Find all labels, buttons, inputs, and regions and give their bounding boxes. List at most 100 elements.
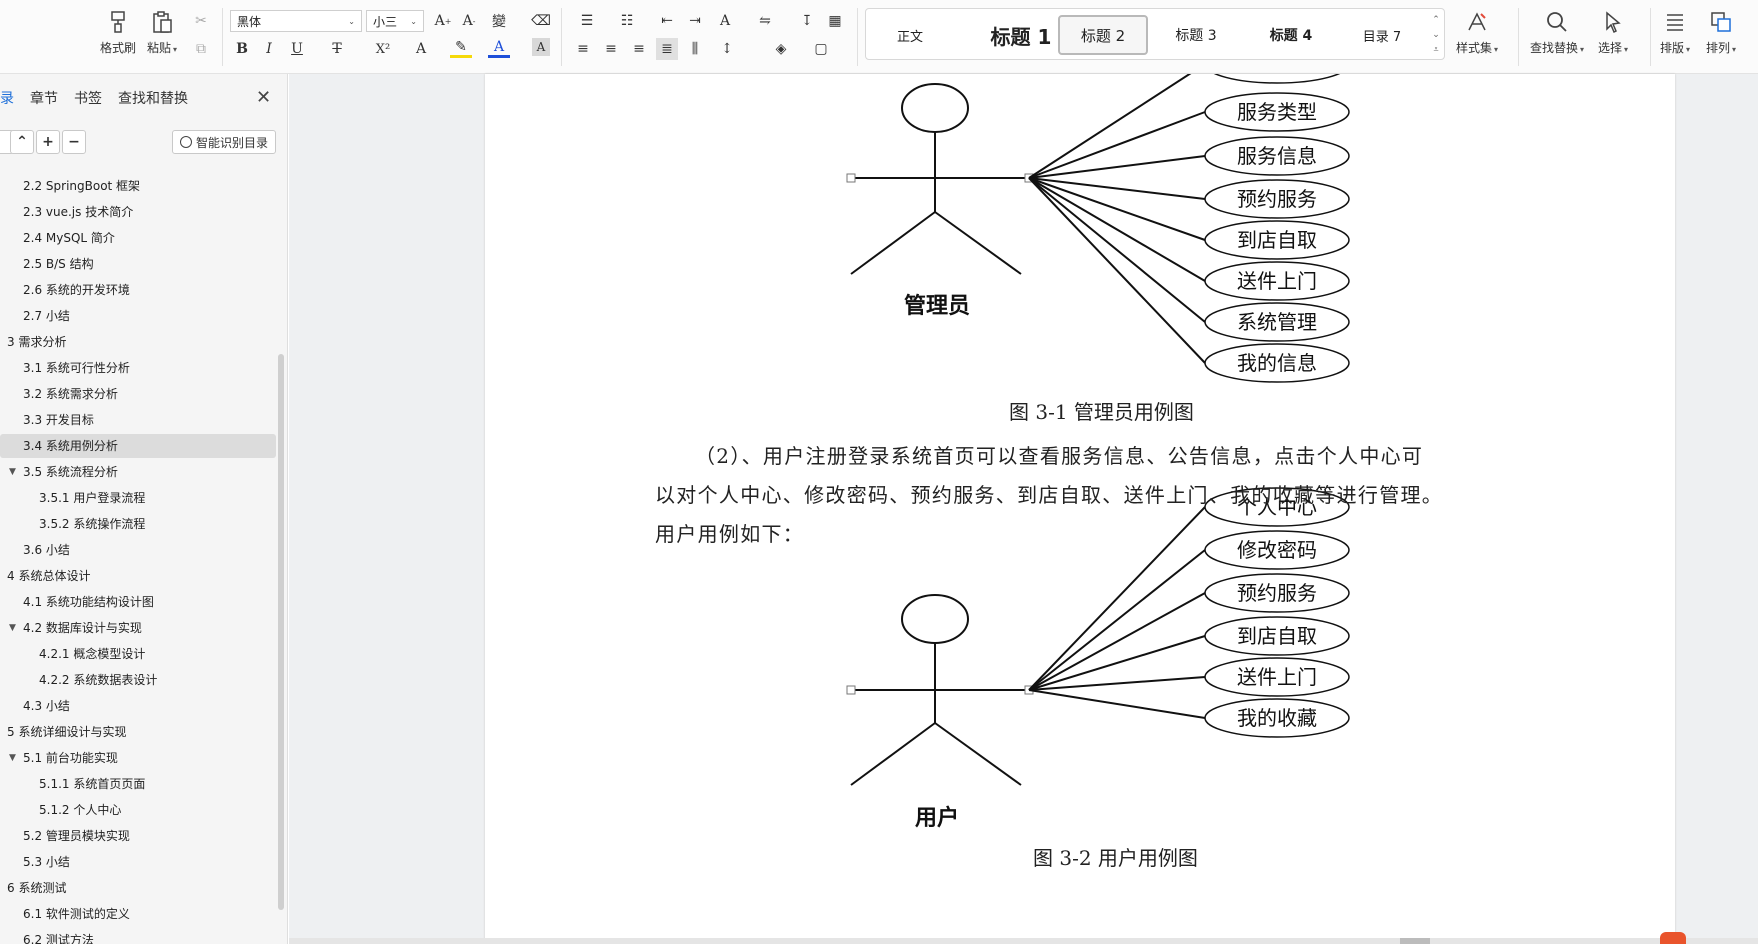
underline-icon[interactable]: U [286,38,308,60]
select-button[interactable]: 选择 ▾ [1598,10,1628,56]
align-left-icon[interactable]: ≡ [572,38,594,60]
horizontal-scrollbar[interactable] [289,938,1758,944]
toc-item[interactable]: 2.5 B/S 结构 [0,252,276,276]
toc-item[interactable]: 5.3 小结 [0,850,276,874]
clear-format-icon[interactable]: ⌫ [530,10,552,32]
paste-icon [153,11,172,33]
distribute-icon[interactable]: ⫼ [684,38,706,60]
toc-item[interactable]: 4.3 小结 [0,694,276,718]
style-heading-3[interactable]: 标题 3 [1156,15,1236,55]
actor-leg-right [934,211,1022,275]
find-replace-button[interactable]: 查找替换 ▾ [1530,10,1584,56]
toc-item[interactable]: 5.1.2 个人中心 [0,798,276,822]
nav-scrollbar[interactable] [278,354,284,910]
sort-icon[interactable]: ⇋ [754,10,776,32]
sort-az-icon[interactable]: ↧ [796,10,818,32]
toc-item[interactable]: 3.5.2 系统操作流程 [0,512,276,536]
align-right-icon[interactable]: ≡ [628,38,650,60]
highlight-icon[interactable]: ✎ [450,38,472,58]
toc-item[interactable]: 3.4 系统用例分析 [0,434,276,458]
scrollbar-thumb[interactable] [1400,938,1430,944]
format-painter-button[interactable]: 格式刷 [100,10,136,56]
toc-item[interactable]: 2.6 系统的开发环境 [0,278,276,302]
numbered-list-icon[interactable]: ☷ [616,10,638,32]
superscript-icon[interactable]: X² [372,38,394,60]
toc-item-label: 5 系统详细设计与实现 [7,725,127,739]
text-effect-icon[interactable]: A [410,38,432,60]
bullet-list-icon[interactable]: ☰ [576,10,598,32]
line-spacing-icon[interactable]: ↕ [716,38,738,60]
toc-item[interactable]: 5.2 管理员模块实现 [0,824,276,848]
bold-icon[interactable]: B [231,38,253,60]
increase-indent-icon[interactable]: ⇥ [684,10,706,32]
copy-icon[interactable]: ⧉ [190,38,212,60]
toc-item[interactable]: 5.1.1 系统首页页面 [0,772,276,796]
toc-item[interactable]: 2.3 vue.js 技术简介 [0,200,276,224]
grow-font-icon[interactable]: A + [432,10,454,32]
justify-icon[interactable]: ≣ [656,38,678,60]
decrease-indent-icon[interactable]: ⇤ [656,10,678,32]
toc-item[interactable]: 3 需求分析 [0,330,276,354]
toc-item[interactable]: 2.2 SpringBoot 框架 [0,174,276,198]
toc-item[interactable]: ▼ 4.2 数据库设计与实现 [0,616,276,640]
toc-item[interactable]: 4 系统总体设计 [0,564,276,588]
toc-item[interactable]: 4.1 系统功能结构设计图 [0,590,276,614]
text-direction-icon[interactable]: A [714,10,736,32]
expand-arrow-icon[interactable]: ▼ [9,616,16,640]
style-heading-2[interactable]: 标题 2 [1058,15,1148,55]
align-center-icon[interactable]: ≡ [600,38,622,60]
toc-item[interactable]: 5 系统详细设计与实现 [0,720,276,744]
font-color-icon[interactable]: A [488,38,510,58]
arrange-button[interactable]: 排列 ▾ [1706,10,1736,56]
toc-item[interactable]: 3.2 系统需求分析 [0,382,276,406]
tab-toc[interactable]: 录 [0,88,14,108]
move-up-button[interactable]: ⌃ [10,130,34,154]
shading-icon[interactable]: ◈ [770,38,792,60]
smart-toc-button[interactable]: 智能识别目录 [172,130,276,154]
toc-item[interactable]: 6.2 测试方法 [0,928,276,944]
toc-item[interactable]: 6 系统测试 [0,876,276,900]
actor-label: 管理员 [904,293,970,319]
toc-item[interactable]: 3.6 小结 [0,538,276,562]
strikethrough-icon[interactable]: T [326,38,348,60]
font-size-select[interactable]: 小三 ⌄ [366,10,424,32]
toc-item-label: 2.2 SpringBoot 框架 [23,179,141,193]
toc-item-label: 2.7 小结 [23,309,70,323]
association-line [1028,74,1192,179]
toc-item[interactable]: 2.7 小结 [0,304,276,328]
font-family-select[interactable]: 黑体 ⌄ [230,10,362,32]
expand-arrow-icon[interactable]: ▼ [9,460,16,484]
char-shading-icon[interactable]: A [532,38,550,56]
show-marks-icon[interactable]: ▦ [824,10,846,32]
tab-sections[interactable]: 章节 [30,88,58,108]
paste-button[interactable]: 粘贴 ▾ [147,10,177,56]
italic-icon[interactable]: I [258,38,280,60]
close-icon[interactable]: ✕ [256,87,271,108]
style-toc-7[interactable]: 目录 7 [1342,15,1422,55]
toc-item[interactable]: 3.1 系统可行性分析 [0,356,276,380]
layout-button[interactable]: 排版 ▾ [1660,10,1690,56]
add-heading-button[interactable]: + [36,130,60,154]
toc-item[interactable]: 3.5.1 用户登录流程 [0,486,276,510]
toc-item[interactable]: 6.1 软件测试的定义 [0,902,276,926]
toc-item[interactable]: ▼ 3.5 系统流程分析 [0,460,276,484]
toc-item[interactable]: 4.2.1 概念模型设计 [0,642,276,666]
shrink-font-icon[interactable]: A- [458,10,480,32]
style-set-button[interactable]: 样式集 ▾ [1456,10,1498,56]
toc-item[interactable]: ▼ 5.1 前台功能实现 [0,746,276,770]
style-heading-4[interactable]: 标题 4 [1246,15,1336,55]
tab-bookmarks[interactable]: 书签 [74,88,102,108]
remove-heading-button[interactable]: − [62,130,86,154]
association-line [1028,689,1206,719]
borders-icon[interactable]: ▢ [810,38,832,60]
cut-icon[interactable]: ✂ [190,10,212,32]
expand-arrow-icon[interactable]: ▼ [9,746,16,770]
toc-item[interactable]: 2.4 MySQL 简介 [0,226,276,250]
toc-item[interactable]: 3.3 开发目标 [0,408,276,432]
style-normal[interactable]: 正文 [880,15,940,55]
phonetic-guide-icon[interactable]: 變 [488,10,510,32]
tab-find-replace[interactable]: 查找和替换 [118,88,188,108]
gallery-scroll[interactable]: ⌃ ⌄ ⩡ [1430,13,1442,57]
toc-item[interactable]: 4.2.2 系统数据表设计 [0,668,276,692]
body-paragraph-line: （2）、用户注册登录系统首页可以查看服务信息、公告信息，点击个人中心可 [695,444,1424,468]
